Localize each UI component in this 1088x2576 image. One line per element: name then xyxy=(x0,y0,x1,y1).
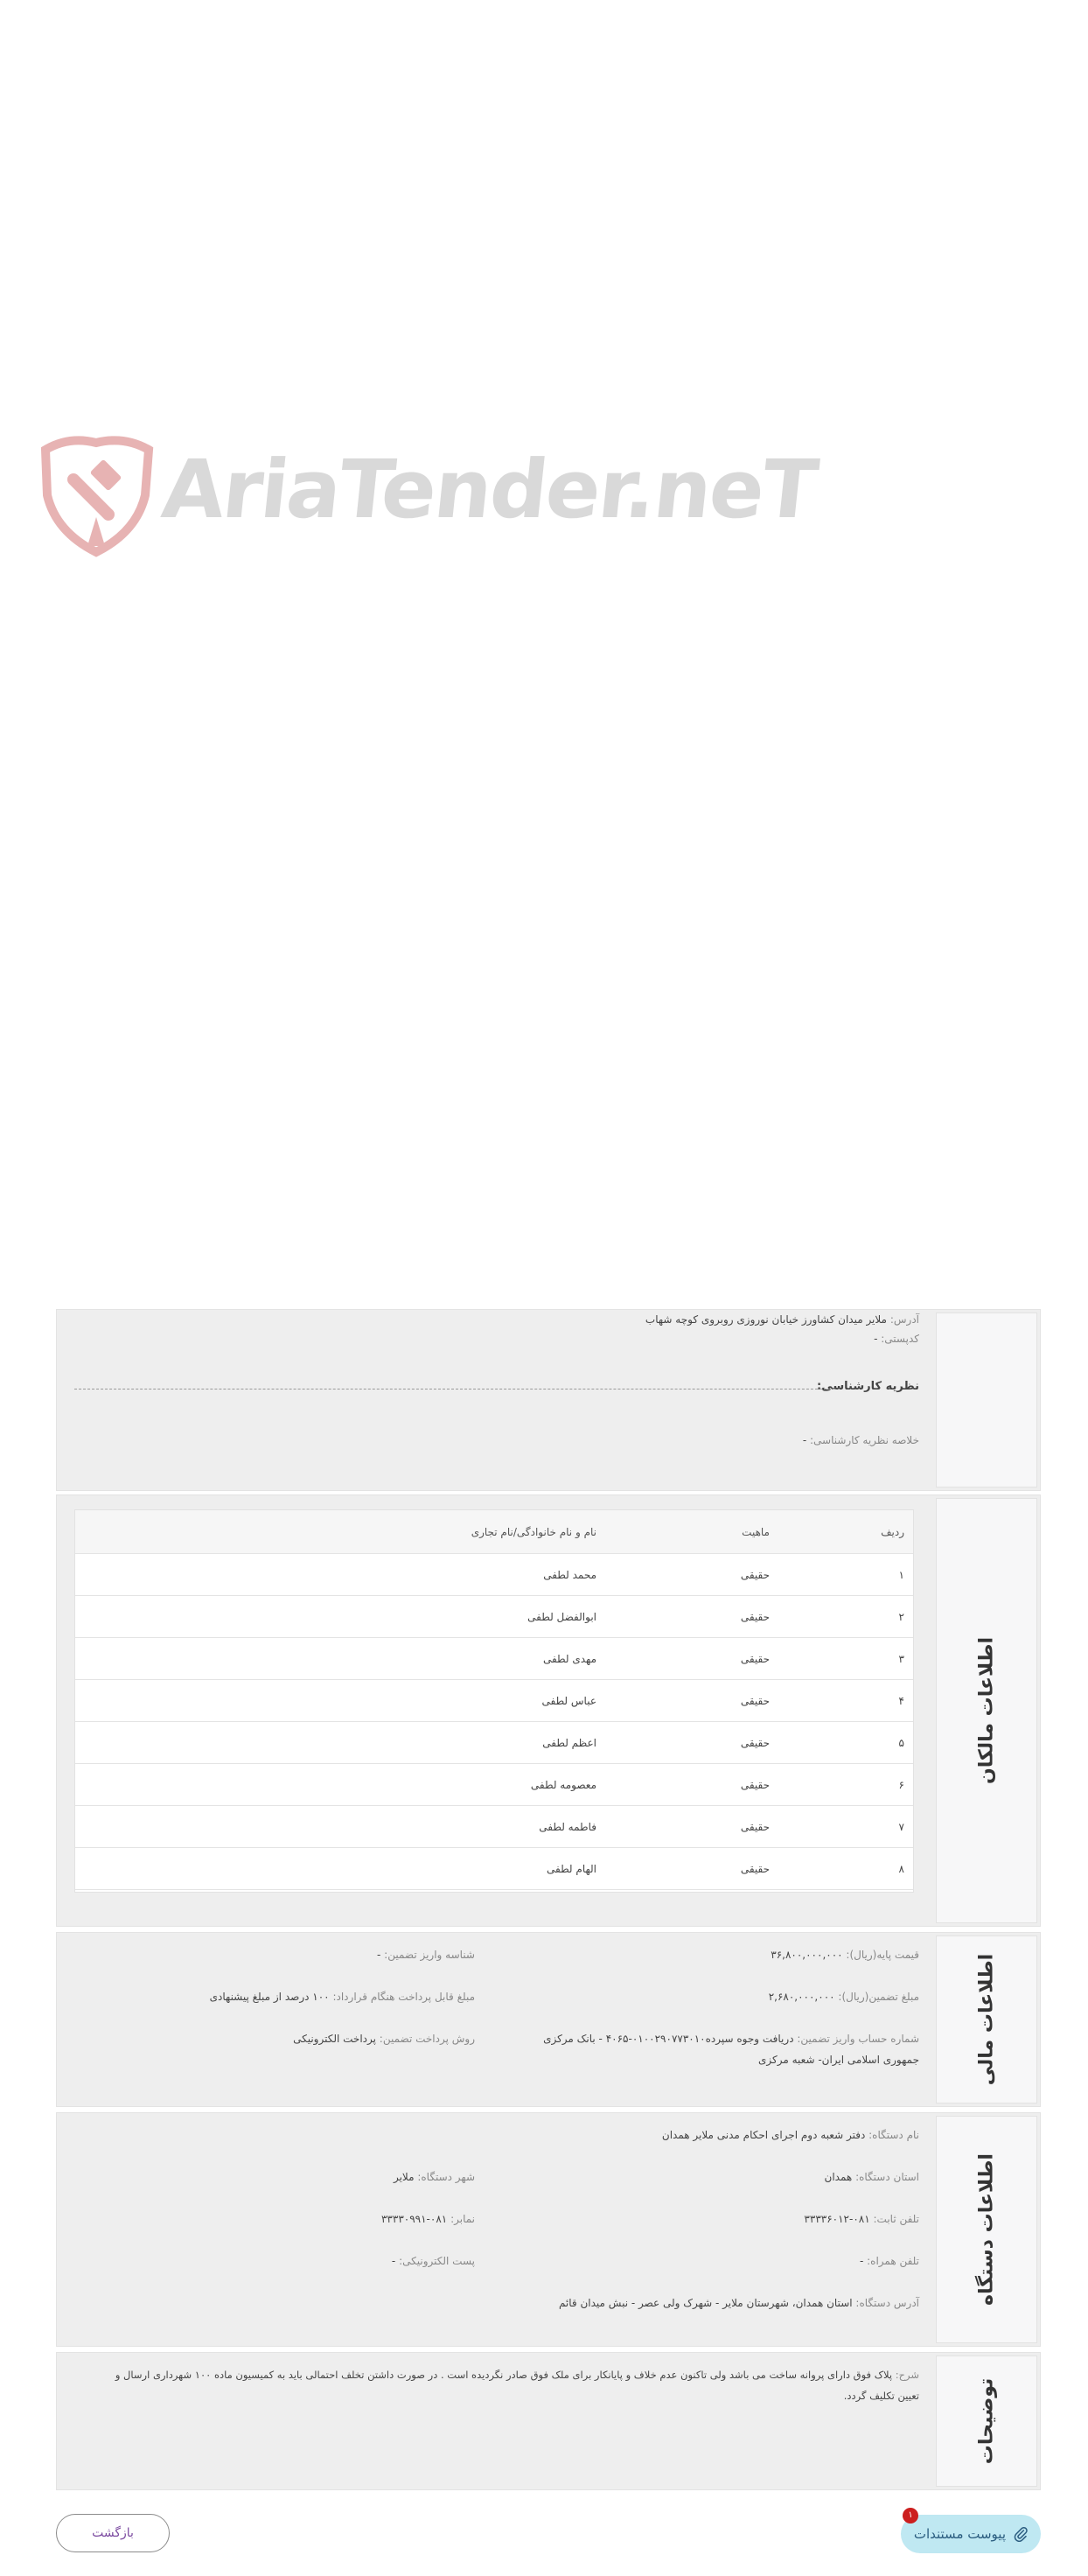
table-row: ۵ حقیقی اعظم لطفی xyxy=(75,1722,913,1764)
device-fax: نمابر: ۰۸۱-۳۳۳۳۰۹۹۱ xyxy=(380,2213,475,2225)
deposit-account: شماره حساب واریز تضمین: دریافت وجوه سپرد… xyxy=(543,2033,919,2045)
paperclip-icon xyxy=(1014,2526,1028,2542)
attachments-label: پیوست مستندات xyxy=(913,2526,1006,2542)
device-province: استان دستگاه: همدان xyxy=(824,2171,919,2183)
table-row: ۷ حقیقی فاطمه لطفی xyxy=(75,1806,913,1848)
opinion-divider xyxy=(74,1389,835,1390)
table-row: ۱ حقیقی محمد لطفی xyxy=(75,1554,913,1596)
opinion-title: نظریه کارشناسی: xyxy=(817,1380,919,1393)
device-city: شهر دستگاه: ملایر xyxy=(393,2171,475,2183)
owners-table-header: ردیف ماهیت نام و نام خانوادگی/نام تجاری xyxy=(75,1510,913,1554)
base-price: قیمت پایه(ریال): ۳۶,۸۰۰,۰۰۰,۰۰۰ xyxy=(771,1949,919,1961)
device-section-title: اطلاعات دستگاه xyxy=(936,2116,1037,2343)
device-address: آدرس دستگاه: استان همدان، شهرستان ملایر … xyxy=(558,2297,919,2309)
owners-section-title: اطلاعات مالکان xyxy=(936,1498,1037,1923)
property-address: آدرس: ملایر میدان کشاورز خیابان نوروزی ر… xyxy=(645,1313,919,1326)
description-text: شرح: پلاک فوق دارای پروانه ساخت می باشد … xyxy=(115,2369,919,2381)
attachments-button[interactable]: پیوست مستندات ۱ xyxy=(901,2508,1041,2553)
owners-table: ردیف ماهیت نام و نام خانوادگی/نام تجاری … xyxy=(74,1509,914,1893)
deposit-id: شناسه واریز تضمین: - xyxy=(377,1949,475,1961)
description-section-title: توضیحات xyxy=(936,2356,1037,2487)
expert-section-title-panel xyxy=(936,1312,1037,1488)
device-section: اطلاعات دستگاه نام دستگاه: دفتر شعبه دوم… xyxy=(56,2112,1041,2347)
table-row: ۶ حقیقی معصومه لطفی xyxy=(75,1764,913,1806)
watermark-text: AriaTender.neT xyxy=(157,443,821,536)
gavel-shield-icon xyxy=(40,436,154,557)
col-header-name: نام و نام خانوادگی/نام تجاری xyxy=(471,1525,596,1538)
device-name: نام دستگاه: دفتر شعبه دوم اجرای احکام مد… xyxy=(661,2129,919,2141)
payable-amount: مبلغ قابل پرداخت هنگام قرارداد: ۱۰۰ درصد… xyxy=(209,1991,475,2003)
back-button[interactable]: بازگشت xyxy=(56,2514,170,2552)
description-text-line2: تعیین تکلیف گردد. xyxy=(843,2390,919,2402)
col-header-index: ردیف xyxy=(881,1525,904,1538)
table-row: ۴ حقیقی عباس لطفی xyxy=(75,1680,913,1722)
postal-code: کدپستی: - xyxy=(874,1333,919,1345)
table-row: ۳ حقیقی مهدی لطفی xyxy=(75,1638,913,1680)
device-mobile: تلفن همراه: - xyxy=(859,2255,919,2267)
watermark-logo: AriaTender.neT xyxy=(38,434,820,565)
owners-section: اطلاعات مالکان ردیف ماهیت نام و نام خانو… xyxy=(56,1494,1041,1927)
device-email: پست الکترونیکی: - xyxy=(391,2255,475,2267)
attachments-count-badge: ۱ xyxy=(903,2508,918,2524)
deposit-account-line2: جمهوری اسلامی ایران- شعبه مرکزی xyxy=(758,2054,919,2066)
financial-section-title: اطلاعات مالی xyxy=(936,1936,1037,2104)
device-phone: تلفن ثابت: ۰۸۱-۳۳۳۳۶۰۱۲ xyxy=(804,2213,919,2225)
table-row: ۲ حقیقی ابوالفضل لطفی xyxy=(75,1596,913,1638)
guarantee-method: روش پرداخت تضمین: پرداخت الکترونیکی xyxy=(293,2033,475,2045)
table-row: ۸ حقیقی الهام لطفی xyxy=(75,1848,913,1890)
back-label: بازگشت xyxy=(92,2526,134,2540)
opinion-summary: خلاصه نظریه کارشناسی: - xyxy=(802,1434,919,1446)
col-header-type: ماهیت xyxy=(742,1525,770,1538)
guarantee-amount: مبلغ تضمین(ریال): ۲,۶۸۰,۰۰۰,۰۰۰ xyxy=(768,1991,919,2003)
expert-section: آدرس: ملایر میدان کشاورز خیابان نوروزی ر… xyxy=(56,1309,1041,1491)
description-section: توضیحات شرح: پلاک فوق دارای پروانه ساخت … xyxy=(56,2352,1041,2490)
financial-section: اطلاعات مالی قیمت پایه(ریال): ۳۶,۸۰۰,۰۰۰… xyxy=(56,1932,1041,2107)
